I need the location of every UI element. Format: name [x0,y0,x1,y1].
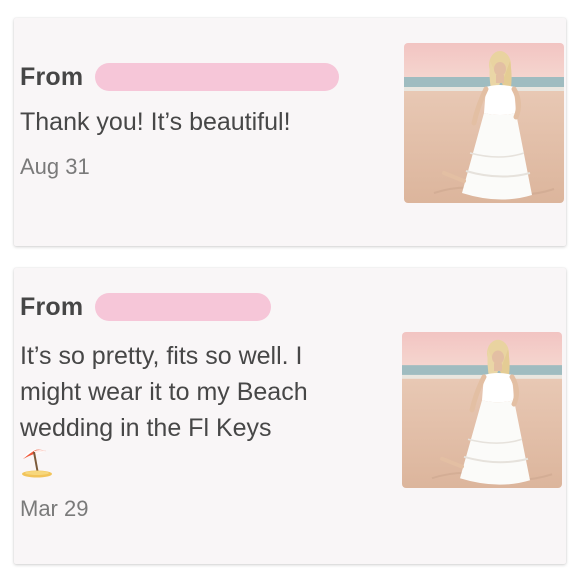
review-date: Aug 31 [20,154,90,179]
beach-dress-photo-icon [402,332,562,488]
review-card[interactable]: From Thank you! It’s beautiful! Aug 31 [14,18,566,246]
beach-dress-photo-icon [404,43,564,203]
review-message: It’s so pretty, fits so well. I might we… [20,342,308,442]
sender-row: From [20,60,340,94]
sender-name-redaction [95,293,272,321]
product-photo-thumbnail[interactable] [402,332,562,488]
beach-umbrella-icon [22,449,52,478]
product-photo-thumbnail[interactable] [404,43,564,203]
sender-name-redaction [95,63,340,91]
review-date: Mar 29 [20,496,89,521]
from-label: From [20,292,84,321]
from-label: From [20,62,84,91]
review-card[interactable]: From It’s so pretty, fits so well. I mig… [14,268,566,564]
sender-row: From [20,290,272,324]
review-message: Thank you! It’s beautiful! [20,108,291,136]
